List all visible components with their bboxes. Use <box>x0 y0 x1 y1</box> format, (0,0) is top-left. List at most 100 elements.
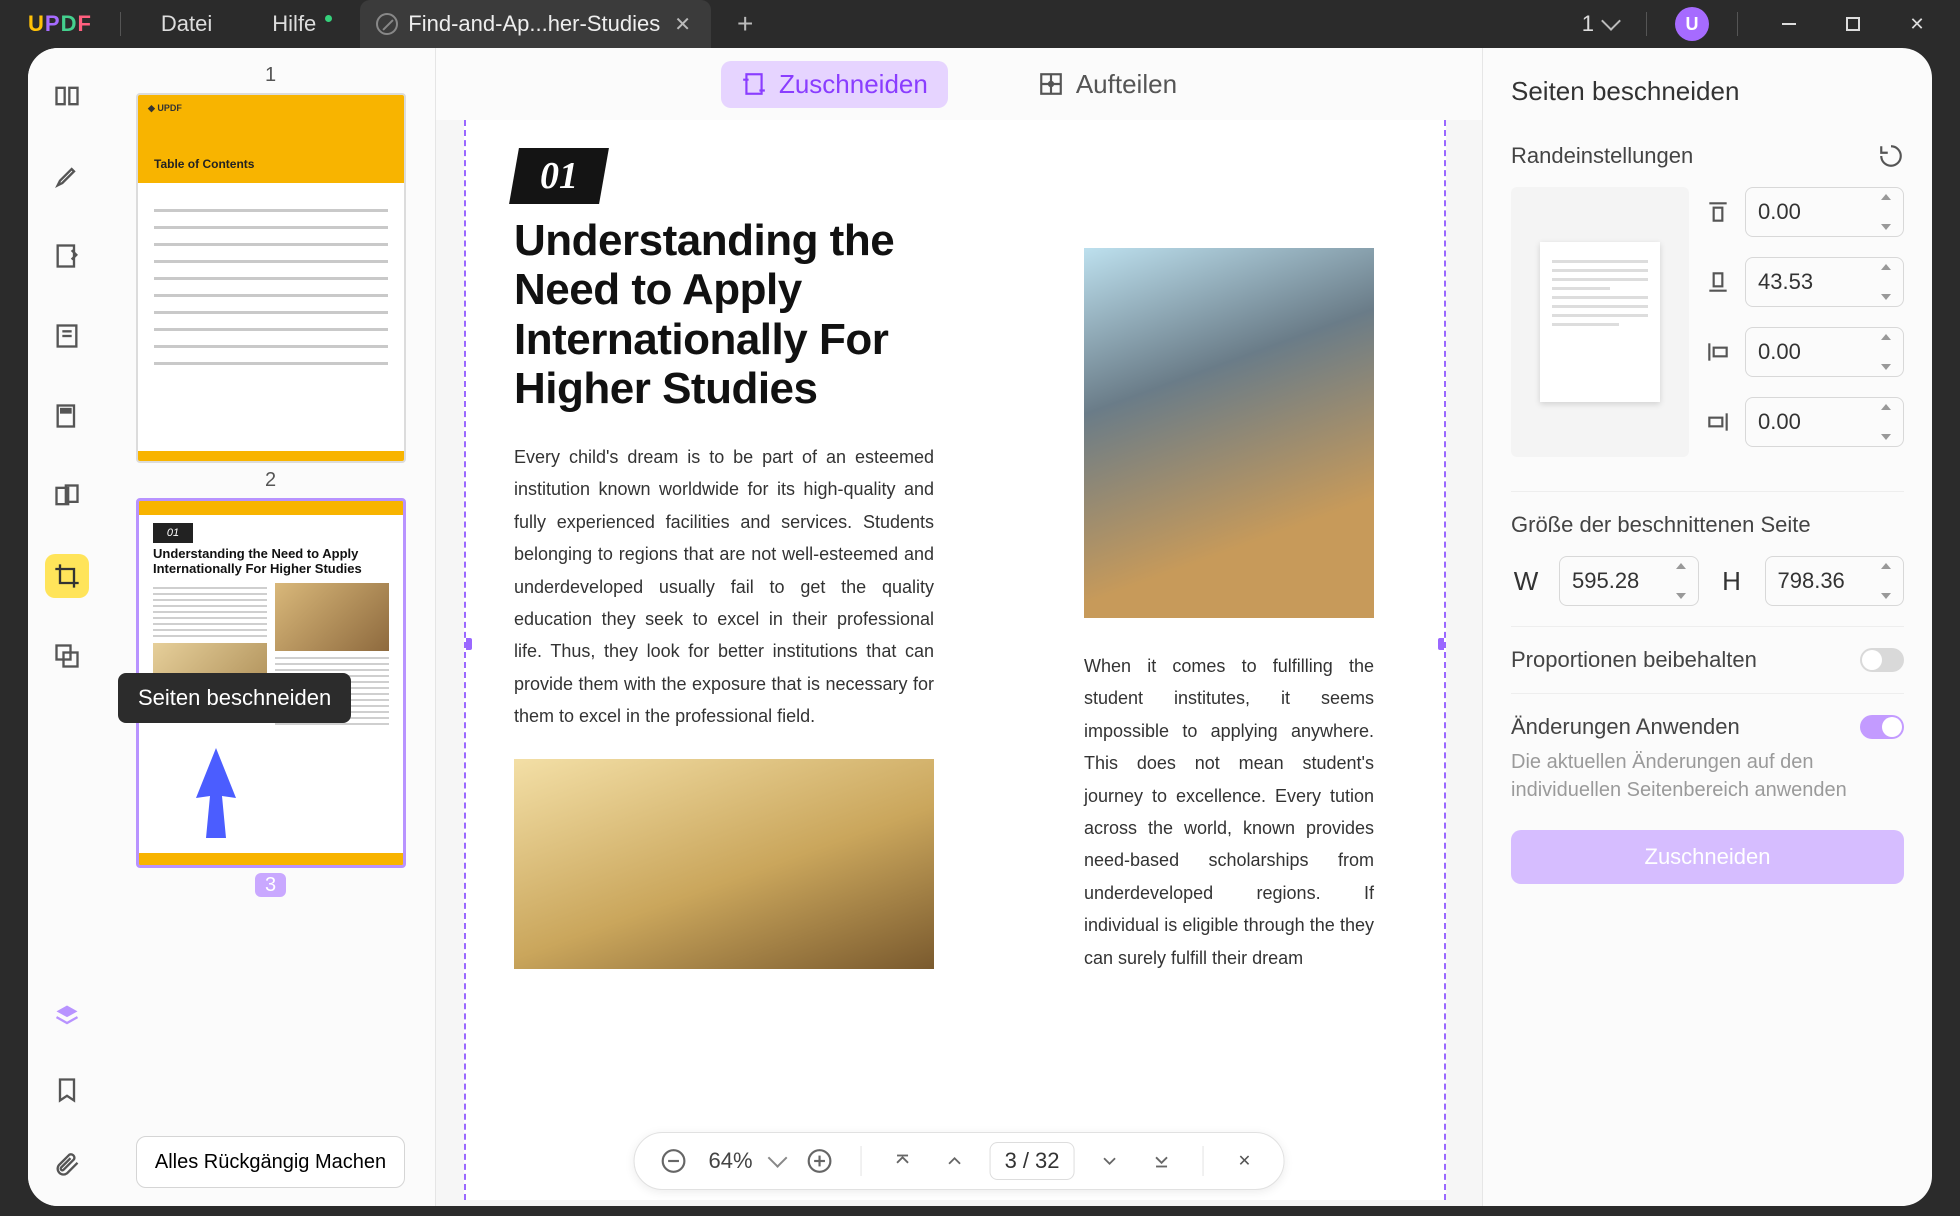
rail-bookmarks[interactable] <box>45 1068 89 1112</box>
rail-organize[interactable] <box>45 474 89 518</box>
first-page-button[interactable] <box>886 1144 920 1178</box>
split-icon <box>1038 71 1064 97</box>
spin-up-icon[interactable] <box>1881 404 1891 410</box>
spin-up-icon[interactable] <box>1881 194 1891 200</box>
page-para-1: Every child's dream is to be part of an … <box>514 441 934 733</box>
window-page-dropdown[interactable]: 1 <box>1582 11 1618 37</box>
spin-up-icon[interactable] <box>1881 264 1891 270</box>
rail-edit[interactable] <box>45 234 89 278</box>
margin-right-icon <box>1705 409 1731 435</box>
width-input[interactable]: 595.28 <box>1559 556 1699 606</box>
window-page-value: 1 <box>1582 11 1594 37</box>
document-tab[interactable]: Find-and-Ap...her-Studies ✕ <box>360 0 711 48</box>
title-bar: UPDF Datei Hilfe Find-and-Ap...her-Studi… <box>0 0 1960 48</box>
page-image-2 <box>514 759 934 969</box>
margin-left-input[interactable]: 0.00 <box>1745 327 1904 377</box>
panel-title: Seiten beschneiden <box>1511 76 1904 107</box>
zoom-out-button[interactable] <box>657 1144 691 1178</box>
thumb2-chapter: 01 <box>153 523 193 543</box>
crop-frame[interactable]: 01 Understanding the Need to Apply Inter… <box>464 120 1446 1200</box>
rail-form[interactable] <box>45 314 89 358</box>
rail-redact[interactable] <box>45 394 89 438</box>
rail-highlight[interactable] <box>45 154 89 198</box>
rail-compare[interactable] <box>45 634 89 678</box>
center-area: Zuschneiden Aufteilen 01 Understanding t… <box>436 48 1482 1206</box>
view-toolbar: 64% 3 / 32 ✕ <box>634 1132 1285 1190</box>
thumb-number-1: 1 <box>136 64 405 87</box>
rail-reader[interactable] <box>45 74 89 118</box>
mode-split-label: Aufteilen <box>1076 69 1177 100</box>
apply-changes-hint: Die aktuellen Änderungen auf den individ… <box>1511 748 1904 804</box>
thumb-number-2: 2 <box>136 469 405 492</box>
margin-left-icon <box>1705 339 1731 365</box>
app-logo: UPDF <box>10 11 110 37</box>
prev-page-button[interactable] <box>938 1144 972 1178</box>
close-crop-button[interactable]: ✕ <box>1227 1144 1261 1178</box>
tab-doc-icon <box>376 13 398 35</box>
crop-handle-left[interactable] <box>464 638 472 650</box>
page-heading: Understanding the Need to Apply Internat… <box>514 216 954 413</box>
reset-margins-icon[interactable] <box>1878 143 1904 169</box>
user-avatar[interactable]: U <box>1675 7 1709 41</box>
margin-right-input[interactable]: 0.00 <box>1745 397 1904 447</box>
spin-down-icon[interactable] <box>1881 364 1891 370</box>
rail-tooltip: Seiten beschneiden <box>118 673 351 723</box>
margin-preview <box>1511 187 1689 457</box>
page-indicator[interactable]: 3 / 32 <box>990 1142 1075 1180</box>
spin-up-icon[interactable] <box>1881 563 1891 569</box>
margin-top-icon <box>1705 199 1731 225</box>
spin-down-icon[interactable] <box>1881 593 1891 599</box>
height-input[interactable]: 798.36 <box>1765 556 1905 606</box>
rail-layers[interactable] <box>45 994 89 1038</box>
height-label: H <box>1717 566 1747 597</box>
spin-up-icon[interactable] <box>1676 563 1686 569</box>
menu-help[interactable]: Hilfe <box>242 11 346 37</box>
keep-proportions-label: Proportionen beibehalten <box>1511 647 1757 673</box>
crop-icon <box>741 71 767 97</box>
margin-top-input[interactable]: 0.00 <box>1745 187 1904 237</box>
last-page-button[interactable] <box>1144 1144 1178 1178</box>
spin-down-icon[interactable] <box>1881 434 1891 440</box>
keep-proportions-toggle[interactable] <box>1860 648 1904 672</box>
minimize-button[interactable] <box>1766 8 1812 40</box>
close-tab-icon[interactable]: ✕ <box>670 12 695 37</box>
undo-all-button[interactable]: Alles Rückgängig Machen <box>136 1136 405 1188</box>
close-window-button[interactable]: ✕ <box>1894 8 1940 40</box>
width-label: W <box>1511 566 1541 597</box>
crop-settings-panel: Seiten beschneiden Randeinstellungen 0.0… <box>1482 48 1932 1206</box>
new-tab-button[interactable]: + <box>711 8 779 40</box>
apply-changes-toggle[interactable] <box>1860 715 1904 739</box>
rail-attachments[interactable] <box>45 1142 89 1186</box>
tab-title: Find-and-Ap...her-Studies <box>408 11 660 37</box>
mode-crop[interactable]: Zuschneiden <box>721 61 948 108</box>
thumb-number-3: 3 <box>136 874 405 897</box>
page-para-2: When it comes to fulfilling the student … <box>1084 650 1374 974</box>
menu-file[interactable]: Datei <box>131 11 242 37</box>
thumbnail-1[interactable]: ◆ UPDF Table of Contents <box>136 93 406 463</box>
cropped-size-label: Größe der beschnittenen Seite <box>1511 512 1904 538</box>
page-current: 3 <box>1005 1148 1017 1174</box>
crop-handle-right[interactable] <box>1438 638 1446 650</box>
zoom-value: 64% <box>709 1148 753 1174</box>
spin-down-icon[interactable] <box>1881 224 1891 230</box>
page-content: 01 Understanding the Need to Apply Inter… <box>466 120 1444 997</box>
mode-split[interactable]: Aufteilen <box>1018 61 1197 108</box>
divider <box>1646 12 1647 36</box>
crop-apply-button[interactable]: Zuschneiden <box>1511 830 1904 884</box>
zoom-dropdown-icon[interactable] <box>768 1148 788 1168</box>
mode-switcher: Zuschneiden Aufteilen <box>436 48 1482 120</box>
margin-bottom-input[interactable]: 43.53 <box>1745 257 1904 307</box>
spin-down-icon[interactable] <box>1676 593 1686 599</box>
document-viewport[interactable]: 01 Understanding the Need to Apply Inter… <box>436 120 1482 1206</box>
chapter-badge: 01 <box>509 148 609 204</box>
page-sep: / <box>1023 1148 1029 1174</box>
spin-up-icon[interactable] <box>1881 334 1891 340</box>
spin-down-icon[interactable] <box>1881 294 1891 300</box>
rail-crop-pages[interactable] <box>45 554 89 598</box>
zoom-in-button[interactable] <box>803 1144 837 1178</box>
next-page-button[interactable] <box>1092 1144 1126 1178</box>
maximize-button[interactable] <box>1830 8 1876 40</box>
cursor-arrow-icon <box>188 748 244 846</box>
tool-rail <box>28 48 106 1206</box>
update-dot-icon <box>325 15 332 22</box>
